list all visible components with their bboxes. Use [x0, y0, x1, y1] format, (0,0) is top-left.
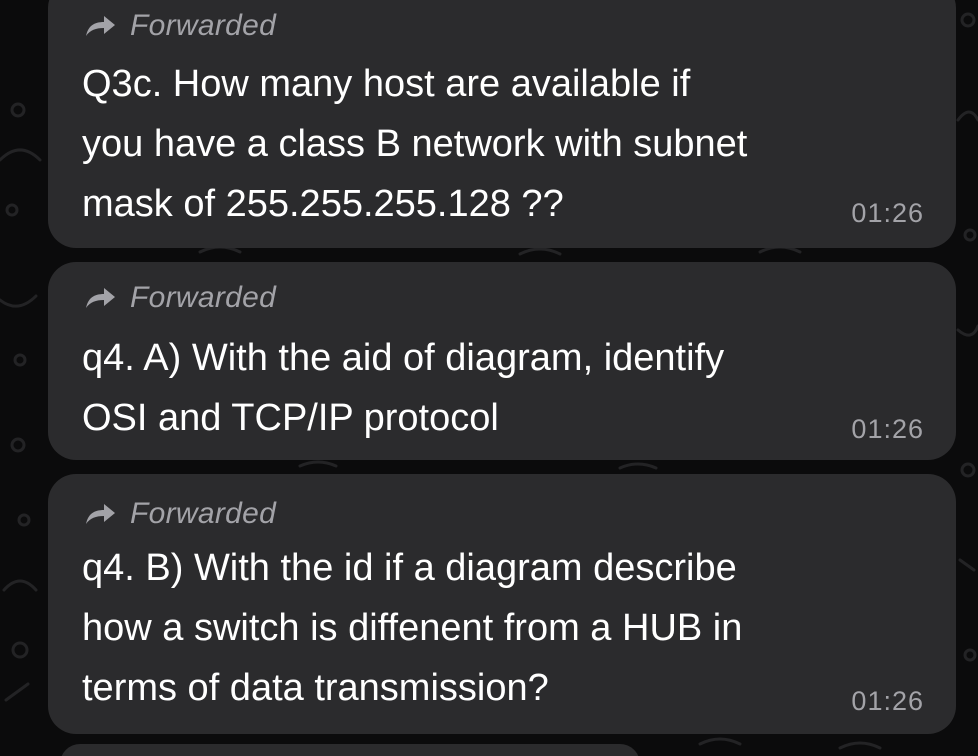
- message-line: q4. A) With the aid of diagram, identify: [82, 337, 725, 379]
- forwarded-header: Forwarded: [82, 8, 276, 44]
- message-time: 01:26: [851, 198, 924, 228]
- forwarded-header: Forwarded: [82, 280, 276, 316]
- message-text: Q3c. How many host are available if you …: [82, 54, 922, 234]
- message-time: 01:26: [851, 414, 924, 444]
- forwarded-label: Forwarded: [130, 281, 277, 314]
- message-line: Q3c. How many host are available if: [82, 63, 691, 105]
- message-line: how a switch is diffenent from a HUB in: [82, 607, 743, 649]
- forwarded-label: Forwarded: [130, 497, 277, 530]
- message-bubble-1[interactable]: Forwarded Q3c. How many host are availab…: [48, 0, 956, 248]
- message-time: 01:26: [851, 686, 924, 716]
- forward-arrow-icon: [86, 16, 115, 36]
- message-bubble-3[interactable]: Forwarded q4. B) With the id if a diagra…: [48, 474, 956, 734]
- message-line: terms of data transmission?: [82, 667, 549, 709]
- message-bubble-partial[interactable]: [60, 744, 640, 756]
- message-line: OSI and TCP/IP protocol: [82, 397, 499, 439]
- forward-arrow-icon: [86, 504, 115, 524]
- message-line: mask of 255.255.255.128 ??: [82, 183, 564, 225]
- forwarded-label: Forwarded: [130, 9, 277, 42]
- message-line: you have a class B network with subnet: [82, 123, 748, 165]
- forwarded-header: Forwarded: [82, 496, 276, 532]
- message-text: q4. A) With the aid of diagram, identify…: [82, 328, 922, 448]
- message-line: q4. B) With the id if a diagram describe: [82, 547, 737, 589]
- message-bubble-2[interactable]: Forwarded q4. A) With the aid of diagram…: [48, 262, 956, 460]
- forward-arrow-icon: [86, 288, 115, 308]
- message-text: q4. B) With the id if a diagram describe…: [82, 538, 922, 718]
